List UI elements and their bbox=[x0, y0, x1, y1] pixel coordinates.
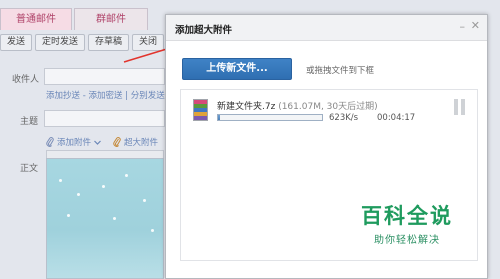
decor-star bbox=[59, 179, 62, 182]
tab-group-mail[interactable]: 群邮件 bbox=[74, 8, 148, 30]
decor-star bbox=[143, 199, 146, 202]
dialog-title: 添加超大附件 bbox=[175, 25, 233, 36]
dialog-header: 添加超大附件 – ✕ bbox=[166, 15, 487, 41]
decor-star bbox=[113, 217, 116, 220]
recipient-input[interactable] bbox=[44, 68, 165, 85]
big-attachment-link[interactable]: 超大附件 bbox=[113, 136, 158, 148]
watermark-logo: 百科全说 助你轻松解决 bbox=[342, 200, 472, 246]
decor-star bbox=[125, 174, 128, 177]
mail-type-tabs: 普通邮件 群邮件 bbox=[0, 8, 170, 30]
archive-file-icon bbox=[193, 99, 208, 121]
subject-label: 主题 bbox=[20, 117, 39, 127]
close-icon[interactable]: ✕ bbox=[471, 19, 480, 32]
decor-star bbox=[102, 185, 105, 188]
recipient-label: 收件人 bbox=[12, 75, 40, 85]
attachment-clip-icon bbox=[113, 137, 121, 147]
decor-star bbox=[151, 229, 154, 232]
file-name: 新建文件夹.7z bbox=[217, 102, 276, 112]
subject-input[interactable] bbox=[44, 110, 165, 127]
scheduled-send-button[interactable]: 定时发送 bbox=[35, 34, 86, 51]
watermark-sub: 助你轻松解决 bbox=[374, 235, 440, 246]
add-attachment-label: 添加附件 bbox=[57, 138, 92, 148]
drag-hint: 或拖拽文件到下框 bbox=[306, 66, 375, 76]
big-attachment-label: 超大附件 bbox=[124, 138, 159, 148]
decor-star bbox=[77, 193, 80, 196]
file-meta: (161.07M, 30天后过期) bbox=[278, 102, 378, 112]
chevron-down-icon[interactable] bbox=[94, 140, 101, 145]
send-button[interactable]: 发送 bbox=[0, 34, 33, 51]
add-attachment-link[interactable]: 添加附件 bbox=[46, 136, 101, 148]
minimize-icon[interactable]: – bbox=[460, 20, 466, 33]
pause-bar bbox=[454, 99, 458, 115]
upload-new-file-button[interactable]: 上传新文件... bbox=[182, 58, 292, 80]
body-editor[interactable] bbox=[46, 158, 164, 279]
editor-toolbar bbox=[46, 150, 164, 158]
upload-elapsed-time: 00:04:17 bbox=[377, 113, 416, 123]
upload-progress-fill bbox=[218, 115, 221, 120]
upload-file-row: 新建文件夹.7z (161.07M, 30天后过期) 623K/s 00:04:… bbox=[181, 98, 477, 134]
pause-icon[interactable] bbox=[454, 99, 466, 115]
decor-star bbox=[67, 214, 70, 217]
body-label: 正文 bbox=[20, 164, 39, 174]
attachment-clip-icon bbox=[46, 137, 54, 147]
watermark-main: 百科全说 bbox=[361, 204, 453, 228]
tab-normal-mail[interactable]: 普通邮件 bbox=[0, 8, 72, 30]
file-name-line: 新建文件夹.7z (161.07M, 30天后过期) bbox=[217, 99, 378, 112]
cc-bcc-links[interactable]: 添加抄送 - 添加密送 | 分别发送 bbox=[46, 89, 165, 101]
pause-bar bbox=[461, 99, 465, 115]
upload-speed: 623K/s bbox=[329, 113, 359, 123]
upload-progress-bar bbox=[217, 114, 323, 121]
